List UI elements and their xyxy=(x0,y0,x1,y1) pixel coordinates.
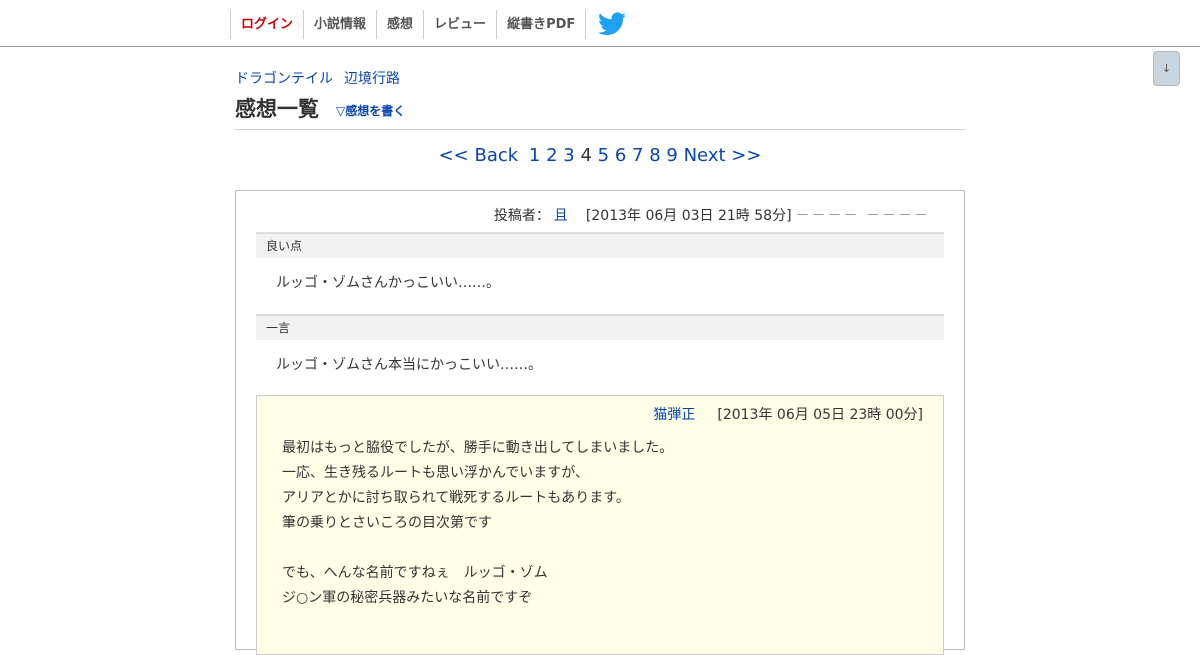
review-author-link[interactable]: 且 xyxy=(554,208,568,224)
reply-line xyxy=(282,536,673,561)
pager-page-1[interactable]: 1 xyxy=(529,145,540,166)
pager-next-link[interactable]: Next >> xyxy=(684,145,762,166)
good-points-heading: 良い点 xyxy=(256,232,944,258)
pager-page-2[interactable]: 2 xyxy=(546,145,557,166)
pager-page-8[interactable]: 8 xyxy=(649,145,660,166)
pager-page-7[interactable]: 7 xyxy=(632,145,643,166)
reply-meta: 猫弾正 [2013年 06月 05日 23時 00分] xyxy=(653,404,923,424)
reply-line: ジ○ン軍の秘密兵器みたいな名前ですぞ xyxy=(282,590,533,606)
pager-page-3[interactable]: 3 xyxy=(563,145,574,166)
top-nav-menu: ログイン 小説情報 感想 レビュー 縦書きPDF xyxy=(230,10,587,39)
reply-line: 筆の乗りとさいころの目次第です xyxy=(282,515,492,531)
reply-date: [2013年 06月 05日 23時 00分] xyxy=(717,407,923,423)
pager-back-link[interactable]: << Back xyxy=(439,145,519,166)
breadcrumb-story-link[interactable]: 辺境行路 xyxy=(344,71,400,87)
reply-line: アリアとかに討ち取られて戦死するルートもあります。 xyxy=(282,490,630,506)
pager-page-9[interactable]: 9 xyxy=(666,145,677,166)
pager-current-page: 4 xyxy=(580,145,592,166)
reply-line: 最初はもっと脇役でしたが、勝手に動き出してしまいました。 xyxy=(282,440,674,456)
reply-line: でも、へんな名前ですねぇ ルッゴ・ゾム xyxy=(282,565,548,581)
good-points-text: ルッゴ・ゾムさんかっこいい……。 xyxy=(276,275,500,291)
nav-impressions[interactable]: 感想 xyxy=(376,10,423,39)
comment-heading: 一言 xyxy=(256,314,944,340)
comment-text: ルッゴ・ゾムさん本当にかっこいい……。 xyxy=(276,357,542,373)
author-label: 投稿者： xyxy=(493,208,550,224)
pager-page-5[interactable]: 5 xyxy=(598,145,609,166)
scroll-down-button[interactable]: ↓ xyxy=(1153,51,1180,86)
review-card: 投稿者：且 [2013年 06月 03日 21時 58分] －－－－ －－－－ 良い… xyxy=(235,190,965,655)
rating-marks: －－－－ －－－－ xyxy=(795,208,930,224)
breadcrumb-series-link[interactable]: ドラゴンテイル xyxy=(235,71,333,87)
pager: << Back 1 2 3 4 5 6 7 8 9 Next >> xyxy=(0,145,1200,166)
nav-vertical-pdf[interactable]: 縦書きPDF xyxy=(496,10,587,39)
review-meta: 投稿者：且 [2013年 06月 03日 21時 58分] －－－－ －－－－ xyxy=(494,205,930,225)
nav-login[interactable]: ログイン xyxy=(230,10,303,39)
breadcrumb: ドラゴンテイル 辺境行路 xyxy=(235,68,411,88)
twitter-bird-icon[interactable] xyxy=(598,12,626,36)
nav-reviews[interactable]: レビュー xyxy=(423,10,496,39)
author-reply: 猫弾正 [2013年 06月 05日 23時 00分] 最初はもっと脇役でしたが、… xyxy=(256,395,944,655)
title-divider xyxy=(235,129,965,130)
reply-author-link[interactable]: 猫弾正 xyxy=(653,407,695,423)
reply-line: 一応、生き残るルートも思い浮かんでいますが、 xyxy=(282,465,590,481)
nav-novel-info[interactable]: 小説情報 xyxy=(303,10,376,39)
top-nav-bar: ログイン 小説情報 感想 レビュー 縦書きPDF xyxy=(0,0,1200,47)
page-title: 感想一覧 xyxy=(235,97,319,121)
review-date: [2013年 06月 03日 21時 58分] xyxy=(585,208,792,224)
pager-page-6[interactable]: 6 xyxy=(615,145,626,166)
reply-text: 最初はもっと脇役でしたが、勝手に動き出してしまいました。 一応、生き残るルートも… xyxy=(282,436,673,611)
write-impression-link[interactable]: ▽感想を書く xyxy=(336,102,405,119)
